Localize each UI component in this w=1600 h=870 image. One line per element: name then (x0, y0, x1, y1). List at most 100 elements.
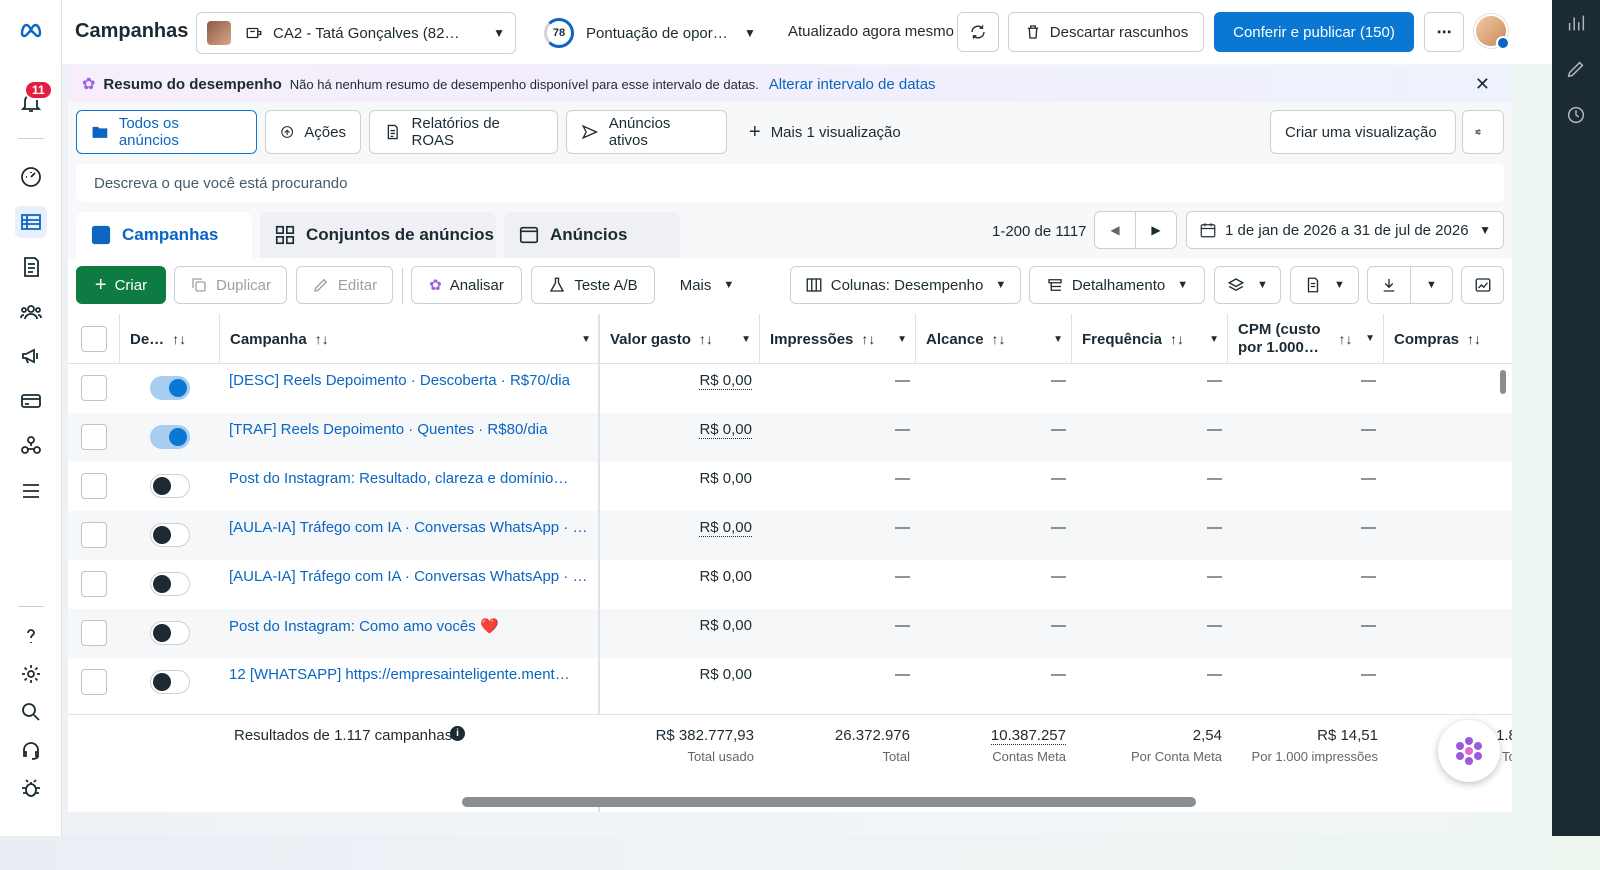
date-range-picker[interactable]: 1 de jan de 2026 a 31 de jul de 2026 ▼ (1186, 211, 1504, 249)
delivery-toggle[interactable] (150, 474, 190, 498)
row-checkbox[interactable] (81, 375, 107, 401)
review-publish-button[interactable]: Conferir e publicar (150) (1214, 12, 1414, 52)
next-page-button[interactable]: ▶ (1135, 211, 1177, 249)
ab-test-button[interactable]: Teste A/B (531, 266, 655, 304)
business-settings-icon[interactable] (15, 430, 47, 462)
sort-icon[interactable]: ↑↓ (992, 331, 1006, 347)
row-checkbox[interactable] (81, 424, 107, 450)
all-tools-menu-icon[interactable] (15, 475, 47, 507)
column-delivery[interactable]: De… ↑↓ (120, 314, 220, 364)
help-question-icon[interactable] (15, 620, 47, 652)
chevron-down-icon[interactable]: ▼ (897, 334, 907, 345)
column-campaign[interactable]: Campanha ↑↓ ▼ (220, 314, 600, 364)
user-avatar[interactable] (1474, 14, 1510, 50)
row-checkbox[interactable] (81, 522, 107, 548)
change-date-range-link[interactable]: Alterar intervalo de datas (769, 76, 936, 93)
campaign-name-link[interactable]: [AULA-IA] Tráfego com IA · Conversas Wha… (229, 519, 589, 536)
campaign-name-link[interactable]: Post do Instagram: Como amo vocês ❤️ (229, 617, 589, 635)
analyze-button[interactable]: ✿ Analisar (411, 266, 522, 304)
export-options-button[interactable]: ▼ (1410, 266, 1453, 304)
column-frequency[interactable]: Frequência ↑↓ ▼ (1072, 314, 1228, 364)
reports-icon[interactable] (15, 251, 47, 283)
create-button[interactable]: + Criar (76, 266, 166, 304)
edit-button[interactable]: Editar (296, 266, 393, 304)
column-amount-spent[interactable]: Valor gasto ↑↓ ▼ (600, 314, 760, 364)
row-checkbox[interactable] (81, 571, 107, 597)
sort-icon[interactable]: ↑↓ (1170, 331, 1184, 347)
delivery-toggle[interactable] (150, 670, 190, 694)
tab-adsets[interactable]: Conjuntos de anúncios (260, 212, 496, 258)
billing-card-icon[interactable] (15, 385, 47, 417)
chevron-down-icon[interactable]: ▼ (1053, 334, 1063, 345)
table-row[interactable]: Post do Instagram: Como amo vocês ❤️ R$ 0… (68, 609, 1512, 658)
sort-icon[interactable]: ↑↓ (861, 331, 875, 347)
vertical-scrollbar[interactable] (1500, 370, 1506, 394)
close-icon[interactable]: ✕ (1475, 74, 1490, 95)
edit-pencil-icon[interactable] (1565, 58, 1587, 80)
delivery-toggle[interactable] (150, 572, 190, 596)
refresh-button[interactable] (957, 12, 999, 52)
ai-assistant-button[interactable] (1438, 720, 1500, 782)
history-clock-icon[interactable] (1565, 104, 1587, 126)
create-view-button[interactable]: Criar uma visualização (1270, 110, 1456, 154)
chevron-down-icon[interactable]: ▼ (581, 334, 591, 345)
chevron-down-icon[interactable]: ▼ (741, 334, 751, 345)
reports-menu-button[interactable]: ▼ (1290, 266, 1359, 304)
sort-icon[interactable]: ↑↓ (315, 331, 329, 347)
meta-logo-icon[interactable] (15, 14, 47, 46)
campaigns-table-icon[interactable] (15, 206, 47, 238)
column-cpm[interactable]: CPM (custo por 1.000… ↑↓ ▼ (1228, 314, 1384, 364)
campaign-name-link[interactable]: [TRAF] Reels Depoimento · Quentes · R$80… (229, 421, 589, 438)
campaign-name-link[interactable]: [DESC] Reels Depoimento · Descoberta · R… (229, 372, 589, 389)
table-row[interactable]: 12 [WHATSAPP] https://empresainteligente… (68, 658, 1512, 707)
row-checkbox[interactable] (81, 473, 107, 499)
view-settings-button[interactable] (1462, 110, 1504, 154)
campaign-name-link[interactable]: 12 [WHATSAPP] https://empresainteligente… (229, 666, 589, 683)
horizontal-scrollbar[interactable] (462, 797, 1196, 807)
campaign-name-link[interactable]: Post do Instagram: Resultado, clareza e … (229, 470, 589, 487)
export-button[interactable] (1367, 266, 1411, 304)
column-purchases[interactable]: Compras ↑↓ (1384, 314, 1512, 364)
view-actions[interactable]: Ações (265, 110, 361, 154)
report-bug-icon[interactable] (15, 772, 47, 804)
table-row[interactable]: [AULA-IA] Tráfego com IA · Conversas Wha… (68, 511, 1512, 560)
duplicate-button[interactable]: Duplicar (174, 266, 287, 304)
view-all-ads[interactable]: Todos os anúncios (76, 110, 257, 154)
table-row[interactable]: Post do Instagram: Resultado, clareza e … (68, 462, 1512, 511)
audiences-icon[interactable] (15, 296, 47, 328)
charts-button[interactable] (1461, 266, 1504, 304)
tab-campaigns[interactable]: Campanhas (76, 212, 252, 258)
delivery-toggle[interactable] (150, 621, 190, 645)
delivery-toggle[interactable] (150, 376, 190, 400)
settings-gear-icon[interactable] (15, 658, 47, 690)
table-row[interactable]: [AULA-IA] Tráfego com IA · Conversas Wha… (68, 560, 1512, 609)
opportunity-score[interactable]: 78 Pontuação de oportunidade ▼ (544, 16, 756, 50)
columns-selector[interactable]: Colunas: Desempenho ▼ (790, 266, 1021, 304)
table-row[interactable]: [DESC] Reels Depoimento · Descoberta · R… (68, 364, 1512, 413)
table-row[interactable]: [TRAF] Reels Depoimento · Quentes · R$80… (68, 413, 1512, 462)
row-checkbox[interactable] (81, 620, 107, 646)
sort-icon[interactable]: ↑↓ (1339, 330, 1353, 348)
layers-menu-button[interactable]: ▼ (1214, 266, 1281, 304)
previous-page-button[interactable]: ◀ (1094, 211, 1136, 249)
support-headset-icon[interactable] (15, 734, 47, 766)
column-impressions[interactable]: Impressões ↑↓ ▼ (760, 314, 916, 364)
search-input[interactable]: Descreva o que você está procurando (76, 164, 1504, 202)
account-selector[interactable]: CA2 - Tatá Gonçalves (82… ▼ (196, 12, 516, 54)
sort-icon[interactable]: ↑↓ (172, 331, 186, 347)
more-actions-button[interactable]: Mais ▼ (664, 266, 750, 304)
search-icon[interactable] (15, 696, 47, 728)
discard-drafts-button[interactable]: Descartar rascunhos (1008, 12, 1204, 52)
chevron-down-icon[interactable]: ▼ (1365, 330, 1375, 348)
info-icon[interactable]: i (450, 726, 465, 741)
view-roas-reports[interactable]: Relatórios de ROAS (369, 110, 558, 154)
campaign-name-link[interactable]: [AULA-IA] Tráfego com IA · Conversas Wha… (229, 568, 589, 585)
select-all-checkbox[interactable] (81, 326, 107, 352)
row-checkbox[interactable] (81, 669, 107, 695)
breakdown-selector[interactable]: Detalhamento ▼ (1029, 266, 1205, 304)
sort-icon[interactable]: ↑↓ (699, 331, 713, 347)
more-views-button[interactable]: + Mais 1 visualização (735, 110, 915, 154)
chevron-down-icon[interactable]: ▼ (1209, 334, 1219, 345)
megaphone-icon[interactable] (15, 340, 47, 372)
more-options-button[interactable]: ⋯ (1424, 12, 1464, 52)
